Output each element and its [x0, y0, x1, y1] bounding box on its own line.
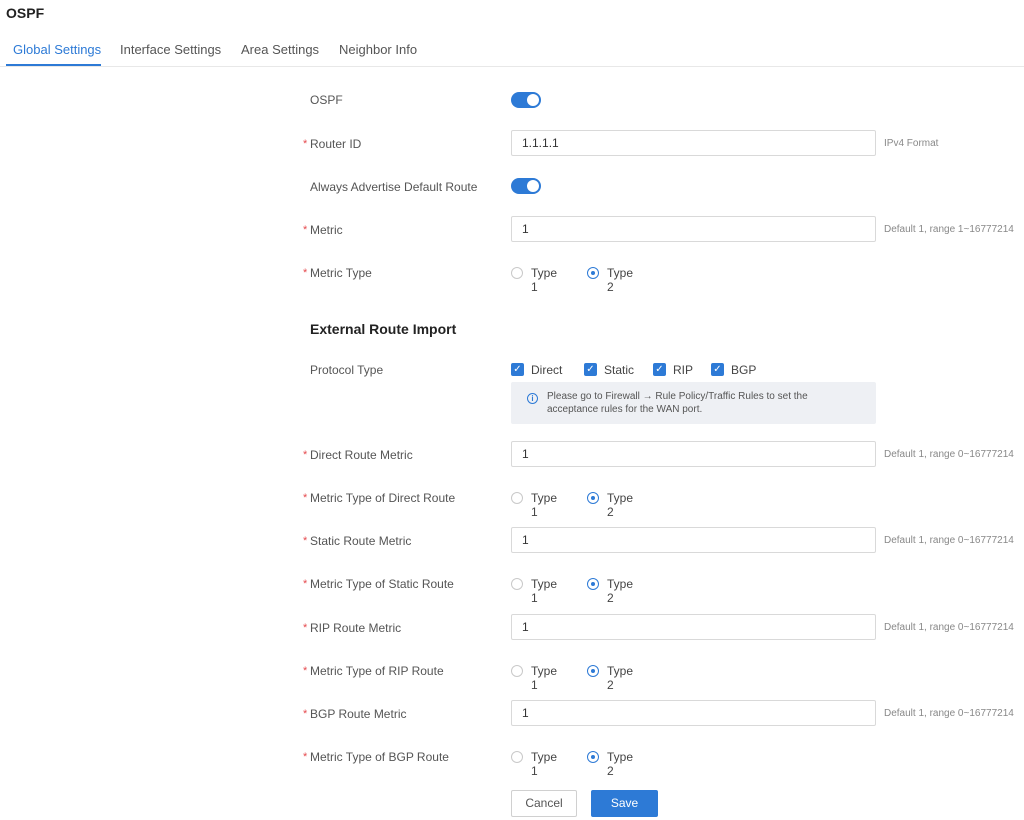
- bgp-checkbox[interactable]: ✓: [711, 363, 724, 376]
- static-route-metric-input[interactable]: [511, 527, 876, 553]
- rip-route-metric-label: RIP Route Metric: [310, 621, 402, 635]
- protocol-type-label: Protocol Type: [310, 363, 384, 377]
- bgp-route-metric-label: BGP Route Metric: [310, 707, 407, 721]
- metric-type-type1-radio[interactable]: [511, 267, 523, 279]
- required-marker: *: [303, 708, 308, 720]
- bgp-type1-radio[interactable]: [511, 751, 523, 763]
- required-marker: *: [303, 224, 308, 236]
- bgp-route-metric-hint: Default 1, range 0~16777214: [884, 708, 1014, 719]
- required-marker: *: [303, 751, 308, 763]
- cancel-button[interactable]: Cancel: [511, 790, 577, 817]
- rip-type2-radio[interactable]: [587, 665, 599, 677]
- required-marker: *: [303, 138, 308, 150]
- static-route-metric-hint: Default 1, range 0~16777214: [884, 535, 1014, 546]
- static-route-metric-label: Static Route Metric: [310, 534, 412, 548]
- required-marker: *: [303, 492, 308, 504]
- direct-checkbox-label[interactable]: Direct: [531, 363, 562, 377]
- required-marker: *: [303, 267, 308, 279]
- static-route-type-label: Metric Type of Static Route: [310, 577, 454, 591]
- metric-label: Metric: [310, 223, 343, 237]
- router-id-label: Router ID: [310, 137, 362, 151]
- always-advertise-toggle[interactable]: [511, 178, 541, 194]
- direct-checkbox[interactable]: ✓: [511, 363, 524, 376]
- always-advertise-label: Always Advertise Default Route: [310, 180, 478, 194]
- rip-checkbox-label[interactable]: RIP: [673, 363, 693, 377]
- metric-hint: Default 1, range 1~16777214: [884, 224, 1014, 235]
- ospf-label: OSPF: [310, 93, 343, 107]
- info-icon: i: [527, 393, 538, 404]
- direct-route-metric-label: Direct Route Metric: [310, 448, 413, 462]
- radio-label[interactable]: Type 1: [531, 266, 557, 294]
- radio-label[interactable]: Type 2: [607, 577, 633, 605]
- bgp-checkbox-label[interactable]: BGP: [731, 363, 756, 377]
- radio-label[interactable]: Type 2: [607, 750, 633, 778]
- tab-area-settings[interactable]: Area Settings: [241, 42, 319, 57]
- firewall-notice: i Please go to Firewall → Rule Policy/Tr…: [511, 382, 876, 424]
- direct-type2-radio[interactable]: [587, 492, 599, 504]
- toggle-knob: [527, 180, 539, 192]
- static-type1-radio[interactable]: [511, 578, 523, 590]
- tab-neighbor-info[interactable]: Neighbor Info: [339, 42, 417, 57]
- static-checkbox[interactable]: ✓: [584, 363, 597, 376]
- radio-label[interactable]: Type 2: [607, 266, 633, 294]
- radio-label[interactable]: Type 1: [531, 664, 557, 692]
- radio-label[interactable]: Type 1: [531, 750, 557, 778]
- required-marker: *: [303, 578, 308, 590]
- radio-label[interactable]: Type 2: [607, 491, 633, 519]
- required-marker: *: [303, 449, 308, 461]
- tab-interface-settings[interactable]: Interface Settings: [120, 42, 221, 57]
- rip-checkbox[interactable]: ✓: [653, 363, 666, 376]
- bgp-type2-radio[interactable]: [587, 751, 599, 763]
- direct-route-metric-input[interactable]: [511, 441, 876, 467]
- tab-bar: Global Settings Interface Settings Area …: [0, 32, 1024, 67]
- required-marker: *: [303, 535, 308, 547]
- router-id-hint: IPv4 Format: [884, 138, 939, 149]
- required-marker: *: [303, 665, 308, 677]
- rip-route-type-label: Metric Type of RIP Route: [310, 664, 444, 678]
- active-tab-indicator: [6, 64, 101, 66]
- direct-route-metric-hint: Default 1, range 0~16777214: [884, 449, 1014, 460]
- radio-label[interactable]: Type 1: [531, 491, 557, 519]
- direct-route-type-label: Metric Type of Direct Route: [310, 491, 456, 505]
- metric-input[interactable]: [511, 216, 876, 242]
- notice-text: Please go to Firewall → Rule Policy/Traf…: [547, 391, 808, 415]
- save-button[interactable]: Save: [591, 790, 658, 817]
- bgp-route-type-label: Metric Type of BGP Route: [310, 750, 449, 764]
- router-id-input[interactable]: [511, 130, 876, 156]
- ospf-toggle[interactable]: [511, 92, 541, 108]
- direct-type1-radio[interactable]: [511, 492, 523, 504]
- radio-label[interactable]: Type 2: [607, 664, 633, 692]
- tab-global-settings[interactable]: Global Settings: [13, 42, 101, 57]
- static-checkbox-label[interactable]: Static: [604, 363, 634, 377]
- radio-label[interactable]: Type 1: [531, 577, 557, 605]
- toggle-knob: [527, 94, 539, 106]
- rip-route-metric-input[interactable]: [511, 614, 876, 640]
- page-title: OSPF: [6, 5, 45, 21]
- rip-type1-radio[interactable]: [511, 665, 523, 677]
- required-marker: *: [303, 622, 308, 634]
- section-title: External Route Import: [310, 321, 457, 337]
- bgp-route-metric-input[interactable]: [511, 700, 876, 726]
- metric-type-label: Metric Type: [310, 266, 372, 280]
- rip-route-metric-hint: Default 1, range 0~16777214: [884, 622, 1014, 633]
- static-type2-radio[interactable]: [587, 578, 599, 590]
- metric-type-type2-radio[interactable]: [587, 267, 599, 279]
